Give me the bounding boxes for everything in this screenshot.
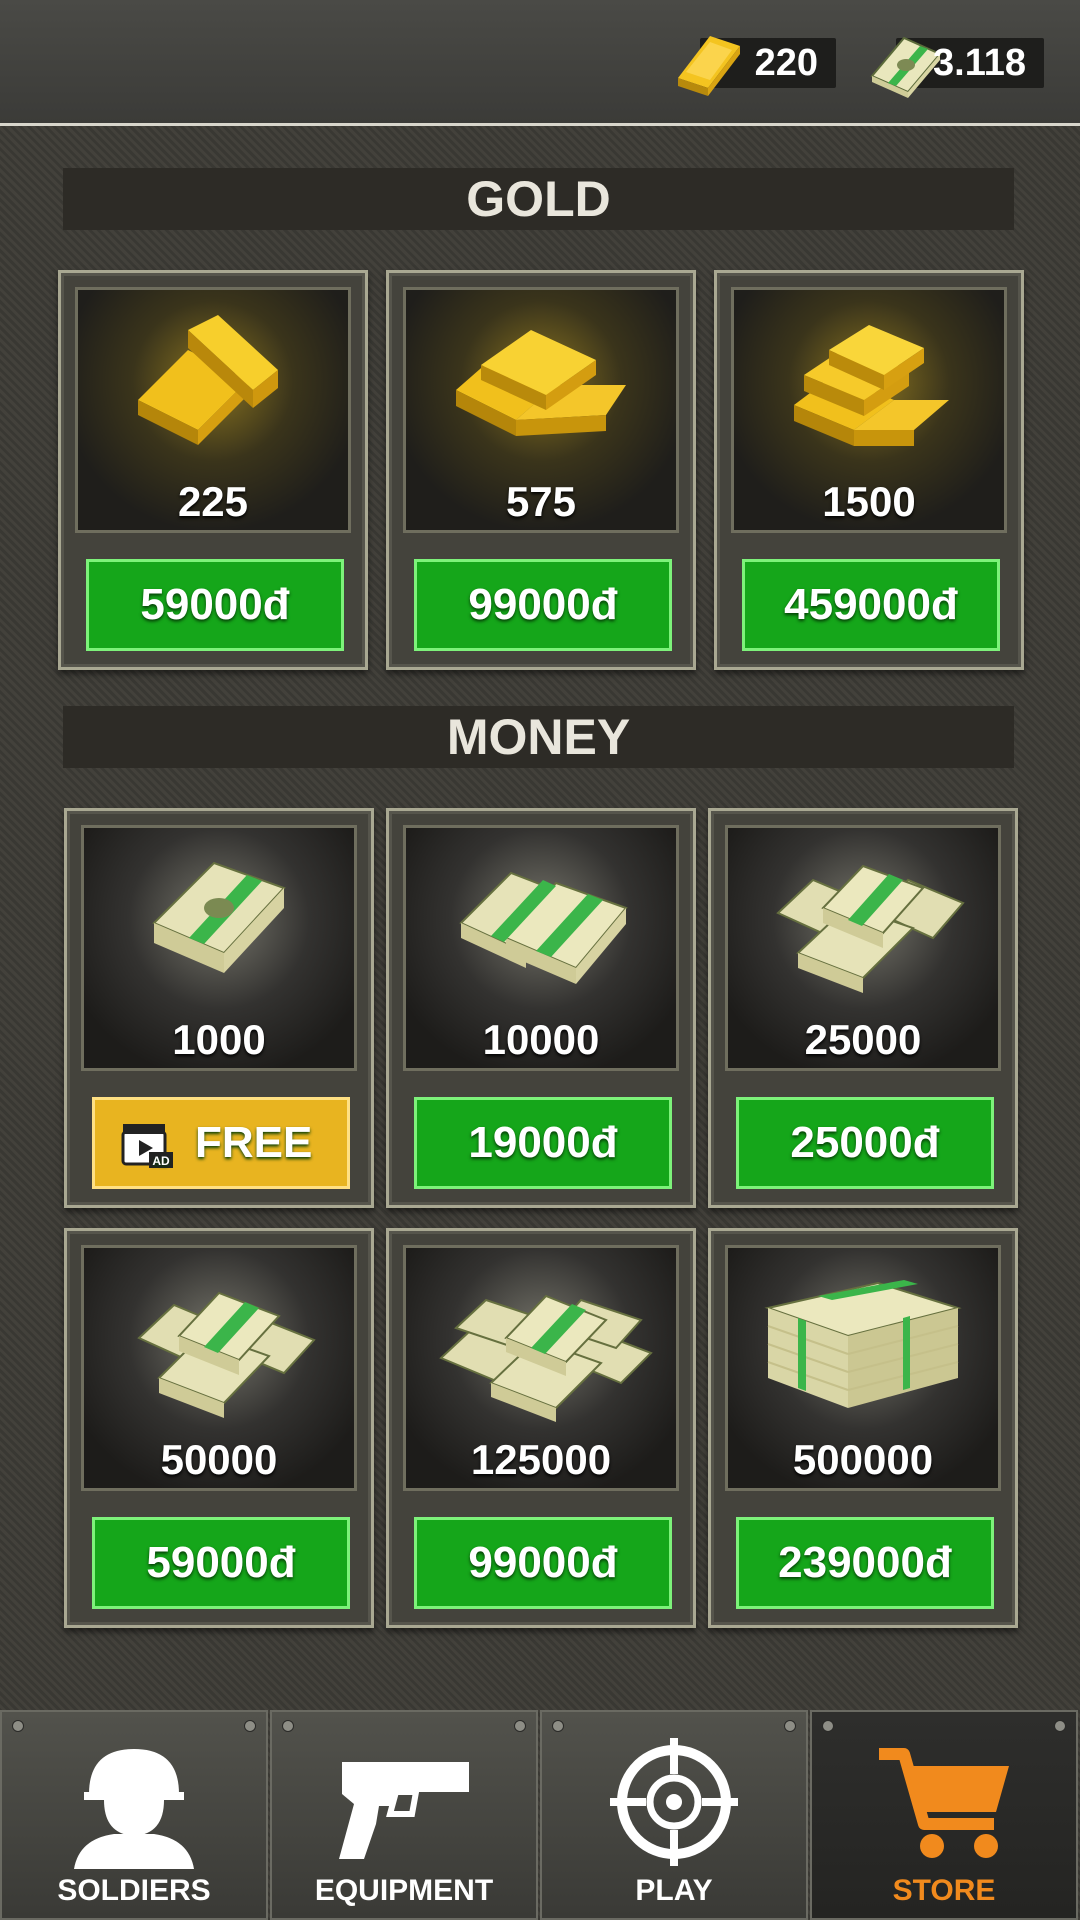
item-amount: 10000 — [482, 1016, 600, 1063]
cash-stack-icon — [152, 861, 286, 973]
tab-play[interactable]: PLAY — [540, 1710, 808, 1920]
buy-button[interactable]: 99000đ — [414, 1517, 672, 1609]
gold-bar-icon — [678, 36, 740, 96]
free-ad-button[interactable]: AD FREE — [92, 1097, 350, 1189]
pistol-icon — [339, 1762, 469, 1859]
cash-pallet-icon — [764, 1280, 962, 1408]
screw — [282, 1720, 294, 1732]
buy-button[interactable]: 239000đ — [736, 1517, 994, 1609]
free-label: FREE — [195, 1118, 313, 1167]
item-amount: 125000 — [470, 1436, 612, 1483]
item-amount: 1500 — [822, 478, 916, 525]
bottom-nav: SOLDIERS EQUIPMENT PLAY STORE — [0, 1710, 1080, 1920]
item-art: 125000 — [403, 1245, 679, 1491]
tab-label: STORE — [892, 1874, 996, 1907]
screw — [1054, 1720, 1066, 1732]
tab-store[interactable]: STORE — [810, 1710, 1078, 1920]
item-amount: 225 — [177, 478, 249, 525]
buy-button[interactable]: 59000đ — [92, 1517, 350, 1609]
item-art: 1500 — [731, 287, 1007, 533]
screw — [12, 1720, 24, 1732]
soldier-icon — [74, 1749, 194, 1869]
screw — [822, 1720, 834, 1732]
item-art: 1000 — [81, 825, 357, 1071]
tab-equipment[interactable]: EQUIPMENT — [270, 1710, 538, 1920]
money-item-card[interactable]: 50000 59000đ — [64, 1228, 374, 1628]
item-art: 25000 — [725, 825, 1001, 1071]
cash-pile-icon — [137, 1291, 316, 1418]
ad-badge: AD — [152, 1154, 170, 1168]
buy-button[interactable]: 99000đ — [414, 559, 672, 651]
gold-section-title: GOLD — [63, 168, 1014, 230]
gold-bars-small-icon — [138, 315, 278, 445]
item-art: 225 — [75, 287, 351, 533]
item-amount: 50000 — [160, 1436, 278, 1483]
buy-button[interactable]: 25000đ — [736, 1097, 994, 1189]
gold-bars-medium-icon — [456, 330, 626, 436]
money-section-title: MONEY — [63, 706, 1014, 768]
cash-pile-icon — [776, 864, 965, 993]
top-bar: 220 3.118 — [0, 0, 1080, 126]
gold-item-card[interactable]: 575 99000đ — [386, 270, 696, 670]
buy-button[interactable]: 459000đ — [742, 559, 1000, 651]
item-amount: 575 — [505, 478, 577, 525]
crosshair-icon — [610, 1738, 738, 1866]
item-amount: 1000 — [172, 1016, 266, 1063]
gold-counter[interactable]: 220 — [678, 36, 836, 96]
money-item-card[interactable]: 10000 19000đ — [386, 808, 696, 1208]
cash-heap-icon — [439, 1294, 653, 1422]
buy-button[interactable]: 59000đ — [86, 559, 344, 651]
store-screen: 220 3.118 GOLD 225 59000đ 575 99000đ 150… — [0, 0, 1080, 1920]
screw — [552, 1720, 564, 1732]
gold-bars-large-icon — [794, 325, 949, 446]
buy-button[interactable]: 19000đ — [414, 1097, 672, 1189]
tab-soldiers[interactable]: SOLDIERS — [0, 1710, 268, 1920]
money-item-card[interactable]: 125000 99000đ — [386, 1228, 696, 1628]
cash-stacks-icon — [459, 871, 628, 984]
item-art: 500000 — [725, 1245, 1001, 1491]
screw — [784, 1720, 796, 1732]
tab-label: PLAY — [635, 1874, 713, 1907]
gold-value: 220 — [754, 42, 818, 84]
gold-item-card[interactable]: 1500 459000đ — [714, 270, 1024, 670]
screw — [514, 1720, 526, 1732]
money-item-card[interactable]: 500000 239000đ — [708, 1228, 1018, 1628]
item-art: 10000 — [403, 825, 679, 1071]
item-art: 50000 — [81, 1245, 357, 1491]
money-item-card[interactable]: 1000 AD FREE — [64, 808, 374, 1208]
tab-label: SOLDIERS — [57, 1874, 211, 1907]
tab-label: EQUIPMENT — [314, 1874, 494, 1907]
cart-icon — [879, 1748, 1009, 1858]
video-ad-icon: AD — [121, 1124, 173, 1168]
money-item-card[interactable]: 25000 25000đ — [708, 808, 1018, 1208]
money-value: 3.118 — [933, 42, 1026, 84]
gold-item-card[interactable]: 225 59000đ — [58, 270, 368, 670]
item-art: 575 — [403, 287, 679, 533]
item-amount: 25000 — [804, 1016, 922, 1063]
item-amount: 500000 — [792, 1436, 934, 1483]
money-counter[interactable]: 3.118 — [870, 36, 1044, 98]
screw — [244, 1720, 256, 1732]
